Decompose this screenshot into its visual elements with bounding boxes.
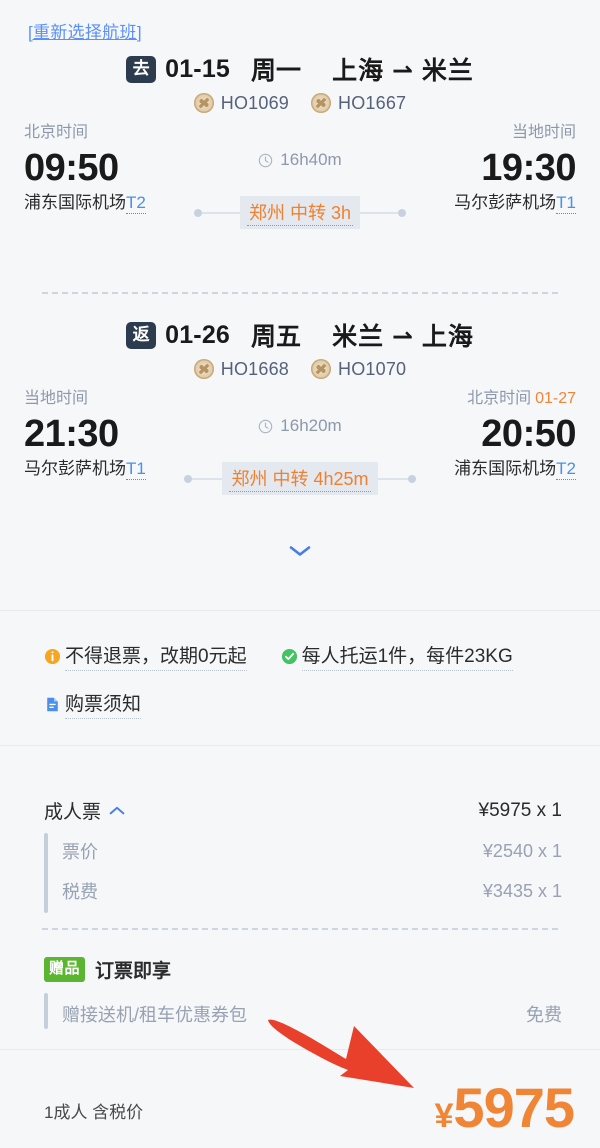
fare-tax-value: ¥3435 x 1 (482, 880, 562, 901)
flight-number: HO1667 (338, 92, 407, 113)
caret-up-icon[interactable] (109, 806, 125, 815)
arrival-airport: 浦东国际机场T2 (376, 456, 576, 482)
connector-line-left (192, 477, 223, 480)
refund-policy-text: 不得退票，改期0元起 (65, 641, 247, 671)
gift-item-value: 免费 (526, 1005, 562, 1025)
refund-policy-item[interactable]: 不得退票，改期0元起 (44, 641, 247, 671)
leg-divider (42, 292, 558, 294)
gift-title: 订票即享 (95, 961, 172, 982)
clock-icon (259, 153, 273, 167)
flight-number: HO1070 (338, 358, 407, 379)
arrival-time: 20:50 (481, 413, 576, 455)
transfer-duration: 中转 4h25m (272, 469, 369, 489)
juneyao-airline-logo-icon (311, 359, 331, 379)
transfer-city: 郑州 (248, 203, 285, 223)
direction-badge-outbound: 去 (126, 55, 157, 83)
outbound-weekday: 周一 (251, 57, 302, 85)
fare-base-label: 票价 (62, 842, 98, 862)
outbound-duration: 16h40m (258, 150, 342, 170)
return-leg-header: 返 01-26 周五 米兰 ⇀ 上海 (0, 318, 600, 352)
section-divider-policy (0, 610, 600, 611)
arrival-timezone-text: 当地时间 (511, 124, 576, 141)
fare-main-label-group: 成人票 (44, 797, 125, 824)
currency-symbol: ¥ (434, 1097, 454, 1135)
return-transfer-pill[interactable]: 郑州 中转 4h25m (222, 462, 378, 495)
fare-gift-divider (42, 928, 558, 930)
outbound-arrival-block: 当地时间 19:30 马尔彭萨机场T1 (376, 120, 577, 216)
section-divider-fare (0, 745, 600, 746)
outbound-transfer-pill[interactable]: 郑州 中转 3h (239, 196, 361, 229)
outbound-flight-numbers: HO1069 HO1667 (0, 86, 600, 120)
gift-header: 赠品 订票即享 (44, 956, 171, 983)
clock-icon (259, 419, 273, 433)
arrival-airport-name: 浦东国际机场 (454, 459, 557, 478)
baggage-policy-item[interactable]: 每人托运1件，每件23KG (281, 641, 513, 671)
transfer-duration: 中转 3h (289, 203, 352, 223)
gift-badge: 赠品 (44, 957, 86, 982)
flight-chip[interactable]: HO1069 (193, 92, 289, 114)
arrival-airport-name: 马尔彭萨机场 (454, 193, 557, 212)
purchase-notice-text: 购票须知 (65, 689, 142, 719)
arrival-timezone-label: 当地时间 (376, 120, 576, 146)
flight-number: HO1069 (220, 92, 289, 113)
return-times: 当地时间 21:30 马尔彭萨机场T1 16h20m 郑州 中转 4h25m 北… (0, 386, 600, 496)
fare-base-value: ¥2540 x 1 (482, 840, 562, 861)
arrival-time: 19:30 (481, 147, 576, 189)
connector-line-left (201, 211, 240, 214)
total-amount: 5975 (453, 1076, 575, 1139)
juneyao-airline-logo-icon (193, 359, 214, 379)
connector-dot-left (184, 474, 193, 483)
direction-badge-return: 返 (126, 321, 157, 349)
bottom-summary: 1成人 含税价 (44, 1103, 144, 1122)
flight-chip[interactable]: HO1667 (311, 93, 406, 114)
return-duration-text: 16h20m (280, 416, 342, 435)
flight-chip[interactable]: HO1070 (311, 359, 406, 380)
return-duration: 16h20m (258, 416, 342, 436)
fare-tax-label: 税费 (62, 882, 98, 902)
fare-main-value: ¥5975 x 1 (478, 799, 562, 821)
outbound-duration-text: 16h40m (280, 150, 342, 169)
fare-sub-row: 票价 ¥2540 x 1 (44, 838, 562, 864)
fare-main-label: 成人票 (44, 802, 102, 823)
arrival-timezone-text: 北京时间 (467, 390, 532, 407)
purchase-notice-item[interactable]: 购票须知 (44, 689, 142, 719)
reselect-flight-link[interactable]: [重新选择航班] (28, 18, 142, 43)
arrival-next-day-date: 01-27 (535, 390, 576, 407)
outbound-leg: 去 01-15 周一 上海 ⇀ 米兰 HO1069 HO1667 北京时间 09… (0, 52, 600, 230)
check-circle-icon (281, 648, 297, 664)
outbound-times: 北京时间 09:50 浦东国际机场T2 16h40m 郑州 中转 3h 当地时间… (0, 120, 600, 230)
outbound-route: 上海 ⇀ 米兰 (332, 57, 474, 85)
return-flight-numbers: HO1668 HO1070 (0, 352, 600, 386)
outbound-leg-header: 去 01-15 周一 上海 ⇀ 米兰 (0, 52, 600, 86)
outbound-date: 01-15 (165, 54, 231, 83)
gift-item-label: 赠接送机/租车优惠券包 (62, 1005, 247, 1025)
return-leg: 返 01-26 周五 米兰 ⇀ 上海 HO1668 HO1070 当地时间 21… (0, 318, 600, 496)
flight-order-detail-page: [重新选择航班] 去 01-15 周一 上海 ⇀ 米兰 HO1069 HO166… (0, 0, 600, 1148)
baggage-policy-text: 每人托运1件，每件23KG (301, 641, 513, 671)
flight-chip[interactable]: HO1668 (193, 358, 289, 380)
document-icon (47, 697, 58, 711)
arrival-airport: 马尔彭萨机场T1 (376, 190, 576, 216)
red-arrow-annotation-icon (268, 1019, 414, 1088)
arrival-timezone-label: 北京时间 01-27 (376, 386, 576, 412)
fare-main-row[interactable]: 成人票 ¥5975 x 1 (44, 797, 562, 824)
return-date: 01-26 (165, 320, 231, 349)
connector-dot-left (193, 208, 202, 217)
return-route: 米兰 ⇀ 上海 (332, 323, 474, 351)
juneyao-airline-logo-icon (193, 93, 214, 113)
transfer-city: 郑州 (231, 469, 268, 489)
policy-row-primary: 不得退票，改期0元起 每人托运1件，每件23KG (44, 641, 513, 671)
arrival-terminal[interactable]: T2 (556, 459, 576, 480)
fare-sub-row: 税费 ¥3435 x 1 (44, 878, 562, 904)
expand-details-button[interactable] (0, 545, 600, 557)
policy-row-secondary: 购票须知 (44, 689, 142, 719)
return-weekday: 周五 (251, 323, 302, 351)
return-arrival-block: 北京时间 01-27 20:50 浦东国际机场T2 (376, 386, 577, 482)
chevron-down-icon (289, 546, 311, 556)
flight-number: HO1668 (220, 358, 289, 379)
juneyao-airline-logo-icon (311, 93, 331, 113)
arrival-terminal[interactable]: T1 (556, 193, 576, 214)
info-icon (44, 648, 61, 664)
